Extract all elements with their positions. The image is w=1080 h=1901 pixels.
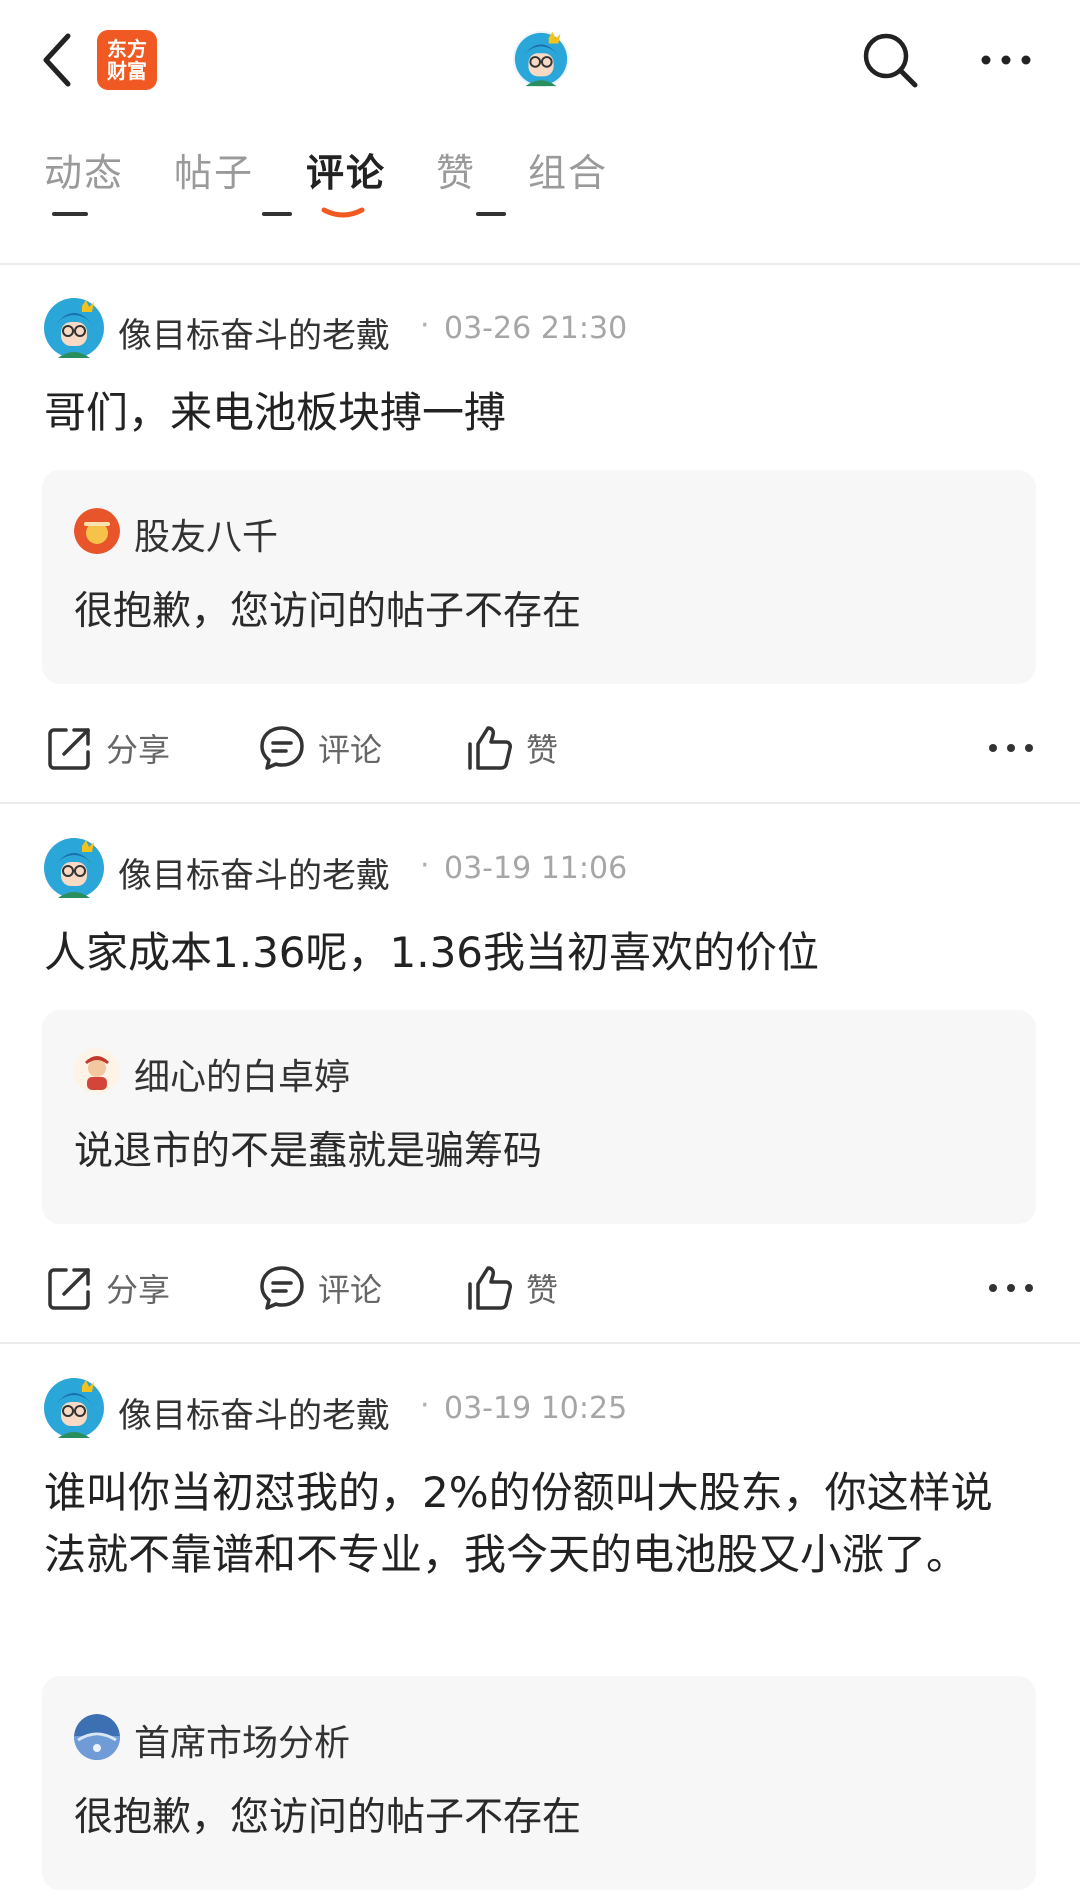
avatar[interactable]	[44, 838, 104, 898]
quoted-user-name: 股友八千	[134, 517, 279, 558]
like-button[interactable]: 赞	[464, 1258, 558, 1318]
separator-dot: ·	[420, 1388, 430, 1423]
top-nav-bar: 东方 财富	[0, 0, 1080, 120]
quoted-text: 很抱歉，您访问的帖子不存在	[74, 1795, 582, 1840]
app-logo-line2: 财富	[107, 59, 147, 83]
quoted-text: 说退市的不是蠢就是骗筹码	[74, 1129, 543, 1174]
share-label: 分享	[106, 1271, 171, 1309]
comment-header: 像目标奋斗的老戴 · 03-19 11:06	[44, 838, 1044, 898]
app-logo[interactable]: 东方 财富	[97, 30, 157, 90]
comment-button[interactable]: 评论	[256, 718, 382, 778]
comment-header: 像目标奋斗的老戴 · 03-19 10:25	[44, 1378, 1044, 1438]
tab-portfolio[interactable]: 组合	[528, 142, 608, 197]
user-avatar[interactable]	[512, 30, 570, 88]
tab-activity[interactable]: 动态	[44, 142, 124, 197]
chevron-left-icon[interactable]	[36, 28, 80, 92]
timestamp: 03-26 21:30	[444, 311, 628, 346]
comment-text[interactable]: 人家成本1.36呢，1.36我当初喜欢的价位	[44, 922, 1034, 984]
quoted-user-name: 细心的白卓婷	[134, 1057, 351, 1098]
tab-comments[interactable]: 评论	[306, 142, 386, 197]
divider	[0, 263, 1080, 265]
quoted-user-avatar	[74, 1048, 120, 1094]
more-options-icon[interactable]	[986, 1268, 1036, 1308]
quoted-post[interactable]: 首席市场分析 很抱歉，您访问的帖子不存在	[42, 1676, 1036, 1890]
share-label: 分享	[106, 731, 171, 769]
more-options-icon[interactable]	[986, 728, 1036, 768]
tab-likes[interactable]: 赞	[436, 142, 476, 197]
author-name[interactable]: 像目标奋斗的老戴	[118, 848, 390, 897]
share-button[interactable]: 分享	[44, 1258, 170, 1318]
share-icon	[48, 728, 90, 770]
avatar[interactable]	[44, 1378, 104, 1438]
quoted-text: 很抱歉，您访问的帖子不存在	[74, 589, 582, 634]
like-label: 赞	[526, 1271, 559, 1309]
thumbs-up-icon	[468, 1266, 512, 1310]
comment-icon	[260, 726, 304, 770]
author-name[interactable]: 像目标奋斗的老戴	[118, 308, 390, 357]
action-bar: 分享 评论 赞	[0, 1258, 1080, 1318]
like-button[interactable]: 赞	[464, 718, 558, 778]
avatar[interactable]	[44, 298, 104, 358]
more-horizontal-icon[interactable]	[978, 40, 1034, 80]
comment-text[interactable]: 谁叫你当初怼我的，2%的份额叫大股东，你这样说法就不靠谱和不专业，我今天的电池股…	[44, 1462, 1034, 1586]
comment-label: 评论	[318, 1271, 383, 1309]
quoted-user-avatar	[74, 508, 120, 554]
action-bar: 分享 评论 赞	[0, 718, 1080, 778]
separator-dot: ·	[420, 308, 430, 343]
share-icon	[48, 1268, 90, 1310]
profile-tabs: 动态 帖子 评论 赞 组合	[0, 132, 1080, 218]
quoted-user-avatar	[74, 1714, 120, 1760]
author-name[interactable]: 像目标奋斗的老戴	[118, 1388, 390, 1437]
app-logo-line1: 东方	[107, 37, 147, 61]
quoted-post[interactable]: 细心的白卓婷 说退市的不是蠢就是骗筹码	[42, 1010, 1036, 1224]
thumbs-up-icon	[468, 726, 512, 770]
divider	[0, 1342, 1080, 1344]
timestamp: 03-19 11:06	[444, 851, 628, 886]
separator-dot: ·	[420, 848, 430, 883]
comment-label: 评论	[318, 731, 383, 769]
timestamp: 03-19 10:25	[444, 1391, 628, 1426]
comment-icon	[260, 1266, 304, 1310]
tab-posts[interactable]: 帖子	[174, 142, 254, 197]
comment-header: 像目标奋斗的老戴 · 03-26 21:30	[44, 298, 1044, 358]
quoted-post[interactable]: 股友八千 很抱歉，您访问的帖子不存在	[42, 470, 1036, 684]
quoted-user-name: 首席市场分析	[134, 1723, 351, 1764]
share-button[interactable]: 分享	[44, 718, 170, 778]
like-label: 赞	[526, 731, 559, 769]
comment-text[interactable]: 哥们，来电池板块搏一搏	[44, 382, 1034, 444]
clipped-previous-row	[52, 212, 506, 216]
search-icon[interactable]	[860, 30, 920, 90]
comment-button[interactable]: 评论	[256, 1258, 382, 1318]
divider	[0, 802, 1080, 804]
